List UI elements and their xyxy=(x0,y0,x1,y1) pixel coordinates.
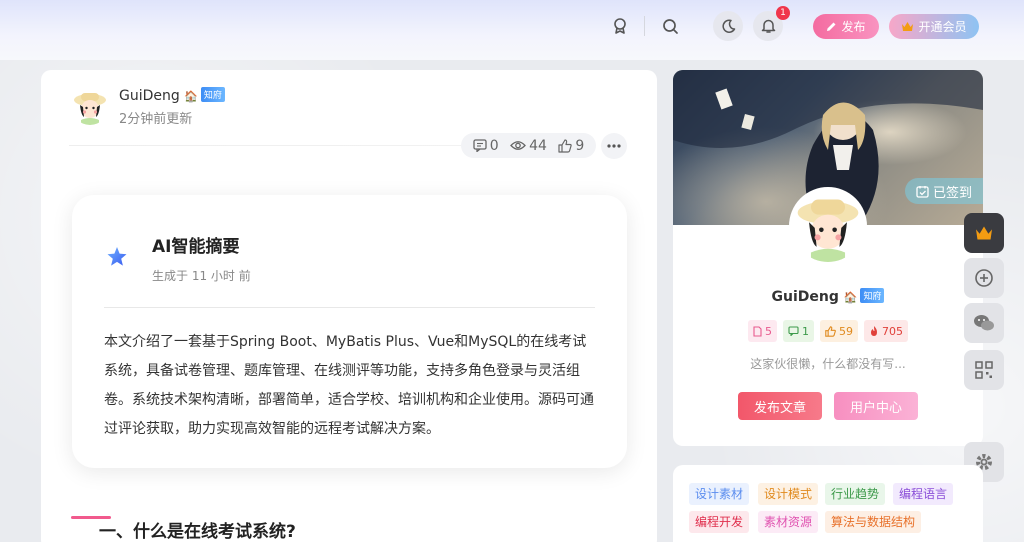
vip-label: 开通会员 xyxy=(918,20,967,34)
comment-count: 0 xyxy=(489,137,499,154)
post-count-stat[interactable]: 5 xyxy=(748,320,777,342)
thumb-icon xyxy=(558,138,573,153)
wechat-icon xyxy=(974,315,994,331)
tag-item[interactable]: 素材资源 xyxy=(758,511,819,533)
notification-count-badge: 1 xyxy=(776,6,790,20)
ai-summary-body: 本文介绍了一套基于Spring Boot、MyBatis Plus、Vue和My… xyxy=(104,334,594,437)
tag-item[interactable]: 编程语言 xyxy=(893,483,954,505)
pen-icon xyxy=(827,22,836,31)
like-count-stat[interactable]: 59 xyxy=(820,320,858,342)
tag-item[interactable]: 算法与数据结构 xyxy=(825,511,922,533)
article-card: GuiDeng 🏠 知府 2分钟前更新 0 44 9 AI智能摘要 生成于 11 … xyxy=(41,70,657,542)
ai-summary-card: AI智能摘要 生成于 11 小时 前 本文介绍了一套基于Spring Boot、… xyxy=(72,195,627,468)
publish-label: 发布 xyxy=(841,20,866,34)
meta-divider xyxy=(69,145,499,146)
tag-item[interactable]: 行业趋势 xyxy=(825,483,886,505)
comment-count-stat[interactable]: 1 xyxy=(783,320,814,342)
qrcode-icon xyxy=(975,361,993,379)
profile-name-row: GuiDeng 🏠 知府 xyxy=(673,288,983,305)
signed-in-label: 已签到 xyxy=(932,185,972,201)
qrcode-float-button[interactable] xyxy=(964,350,1004,390)
profile-like-count: 59 xyxy=(839,324,853,338)
signed-in-badge[interactable]: 已签到 xyxy=(905,178,983,204)
calendar-check-icon xyxy=(916,185,929,198)
ai-summary-title: AI智能摘要 xyxy=(152,237,240,257)
comment-icon xyxy=(473,139,487,152)
profile-card: 已签到 GuiDeng 🏠 知府 5 1 59 705 这家伙很懒，什么都没有写… xyxy=(673,70,983,446)
thumb-icon xyxy=(825,325,836,337)
moon-icon xyxy=(721,18,735,33)
search-icon[interactable] xyxy=(658,14,682,38)
like-count: 9 xyxy=(575,137,585,154)
author-avatar[interactable] xyxy=(71,87,109,125)
dark-mode-toggle[interactable] xyxy=(713,11,743,41)
level-icon: 🏠 xyxy=(843,291,858,304)
author-badge: 知府 xyxy=(200,87,225,102)
user-center-button[interactable]: 用户中心 xyxy=(834,392,918,420)
view-stat: 44 xyxy=(510,138,547,154)
ai-summary-divider xyxy=(104,307,595,308)
eye-icon xyxy=(510,141,526,150)
crown-icon xyxy=(902,22,914,31)
level-icon: 🏠 xyxy=(184,90,198,103)
fire-icon xyxy=(871,326,877,336)
ai-star-icon xyxy=(107,247,127,266)
author-name[interactable]: GuiDeng xyxy=(119,88,180,104)
plus-circle-icon xyxy=(975,269,993,287)
ai-summary-subtitle: 生成于 11 小时 前 xyxy=(152,269,251,283)
medal-icon[interactable] xyxy=(608,14,632,38)
tag-item[interactable]: 设计模式 xyxy=(758,483,819,505)
file-icon xyxy=(753,325,762,337)
article-stats: 0 44 9 xyxy=(461,133,596,158)
wechat-float-button[interactable] xyxy=(964,303,1004,343)
add-float-button[interactable] xyxy=(964,258,1004,298)
more-button[interactable] xyxy=(601,133,627,159)
section-heading: 一、什么是在线考试系统? xyxy=(99,522,296,542)
vip-float-button[interactable] xyxy=(964,213,1004,253)
profile-avatar[interactable] xyxy=(789,187,867,265)
author-name-row: GuiDeng 🏠 知府 xyxy=(119,87,225,104)
like-stat[interactable]: 9 xyxy=(558,138,584,154)
navbar-divider xyxy=(644,16,645,36)
profile-stats: 5 1 59 705 xyxy=(748,320,908,342)
hot-count-stat[interactable]: 705 xyxy=(864,320,908,342)
publish-article-button[interactable]: 发布文章 xyxy=(738,392,822,420)
profile-name[interactable]: GuiDeng xyxy=(772,289,839,305)
profile-hot-count: 705 xyxy=(882,324,903,338)
tag-item[interactable]: 编程开发 xyxy=(689,511,750,533)
comment-stat[interactable]: 0 xyxy=(473,138,499,154)
view-count: 44 xyxy=(529,137,547,154)
publish-button[interactable]: 发布 xyxy=(813,14,879,39)
vip-button[interactable]: 开通会员 xyxy=(889,14,979,39)
comment-icon xyxy=(788,326,799,336)
bell-icon xyxy=(761,19,775,33)
notification-button[interactable]: 1 xyxy=(753,6,790,41)
top-navbar: 1 发布 开通会员 xyxy=(0,0,1024,60)
post-count: 5 xyxy=(765,324,772,338)
tags-card: 设计素材 设计模式 行业趋势 编程语言 编程开发 素材资源 算法与数据结构 xyxy=(673,465,983,542)
update-time: 2分钟前更新 xyxy=(119,112,193,127)
profile-bio: 这家伙很懒，什么都没有写... xyxy=(750,357,906,371)
crown-icon xyxy=(976,226,992,240)
more-icon xyxy=(607,144,621,148)
profile-badge: 知府 xyxy=(860,288,885,303)
tag-item[interactable]: 设计素材 xyxy=(689,483,750,505)
profile-comment-count: 1 xyxy=(802,324,809,338)
